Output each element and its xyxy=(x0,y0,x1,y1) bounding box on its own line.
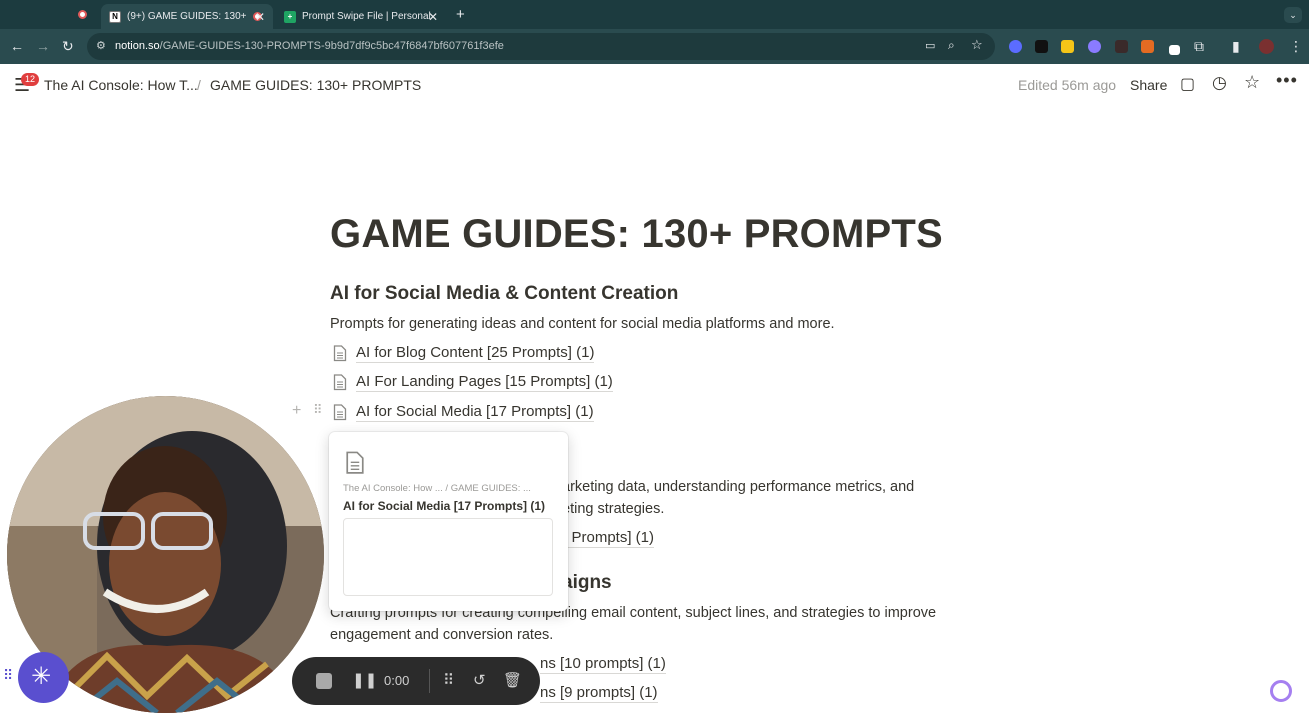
page-link[interactable]: ns [9 prompts] (1) xyxy=(540,682,658,704)
more-options-icon[interactable]: ••• xyxy=(1276,70,1298,91)
page-link-label: AI for Blog Content [25 Prompts] (1) xyxy=(356,343,595,363)
browser-toolbar: ← → ↻ ⚙ notion.so/GAME-GUIDES-130-PROMPT… xyxy=(0,29,1309,64)
favorite-star-icon[interactable]: ☆ xyxy=(1244,72,1260,93)
breadcrumb-parent[interactable]: The AI Console: How T... xyxy=(44,77,198,93)
extension-icon[interactable] xyxy=(1088,40,1101,53)
page-preview-card[interactable]: The AI Console: How ... / GAME GUIDES: .… xyxy=(329,432,568,611)
preview-title: AI for Social Media [17 Prompts] (1) xyxy=(343,499,546,513)
new-tab-icon[interactable]: + xyxy=(456,6,465,23)
preview-path: The AI Console: How ... / GAME GUIDES: .… xyxy=(343,483,531,494)
bookmark-star-icon[interactable]: ☆ xyxy=(971,37,983,53)
extension-icon[interactable] xyxy=(1061,40,1074,53)
extension-icon[interactable] xyxy=(1141,40,1154,53)
page-link-label: ns [9 prompts] (1) xyxy=(540,683,658,703)
help-assistant-icon[interactable] xyxy=(1270,680,1292,702)
recording-controls: ❚❚ 0:00 ⠿ ↺ 🗑 xyxy=(292,657,540,705)
drag-handle-icon[interactable]: ⠿ xyxy=(3,667,13,684)
section-description[interactable]: eting strategies. xyxy=(562,498,664,520)
recording-timer: 0:00 xyxy=(384,673,410,688)
breadcrumb-current[interactable]: GAME GUIDES: 130+ PROMPTS xyxy=(210,77,421,93)
extension-icon[interactable] xyxy=(1115,40,1128,53)
sheets-icon: + xyxy=(284,10,296,23)
profile-avatar[interactable] xyxy=(1259,39,1274,54)
reload-icon[interactable]: ↻ xyxy=(62,38,74,54)
section-description[interactable]: arketing data, understanding performance… xyxy=(562,476,914,498)
section-heading[interactable]: aigns xyxy=(562,572,612,594)
camera-icon[interactable]: ▭ xyxy=(925,39,935,52)
page-link[interactable]: l Prompts] (1) xyxy=(564,527,655,549)
page-icon xyxy=(346,451,364,474)
page-icon xyxy=(333,403,347,420)
restart-icon[interactable]: ↺ xyxy=(473,672,486,690)
add-block-icon[interactable]: + xyxy=(292,402,301,420)
preview-thumbnail xyxy=(343,518,553,596)
side-panel-icon[interactable]: ▮ xyxy=(1232,38,1240,54)
delete-trash-icon[interactable]: 🗑 xyxy=(503,672,522,690)
share-button[interactable]: Share xyxy=(1130,77,1167,93)
tab-search-icon[interactable]: ⌄ xyxy=(1284,7,1302,23)
section-description[interactable]: engagement and conversion rates. xyxy=(330,624,553,646)
recorder-launcher-button[interactable]: ✳ xyxy=(18,652,69,703)
page-link-label: AI for Social Media [17 Prompts] (1) xyxy=(356,402,594,422)
notion-icon: N xyxy=(109,10,121,23)
tab-game-guides[interactable]: N (9+) GAME GUIDES: 130+ ✕ xyxy=(101,4,273,29)
page-link[interactable]: AI For Landing Pages [15 Prompts] (1) xyxy=(333,371,613,393)
drag-handle-icon[interactable]: ⠿ xyxy=(313,402,322,418)
grid-icon[interactable]: ⠿ xyxy=(443,672,454,690)
url-text: notion.so/GAME-GUIDES-130-PROMPTS-9b9d7d… xyxy=(115,40,504,52)
stop-recording-button[interactable] xyxy=(316,673,332,689)
section-description[interactable]: Prompts for generating ideas and content… xyxy=(330,313,835,335)
back-icon[interactable]: ← xyxy=(10,38,24,54)
page-icon xyxy=(333,344,347,361)
recording-icon[interactable] xyxy=(78,10,87,19)
page-link[interactable]: AI for Blog Content [25 Prompts] (1) xyxy=(333,342,595,364)
pause-button[interactable]: ❚❚ xyxy=(352,672,377,690)
asterisk-logo-icon: ✳ xyxy=(31,663,52,690)
site-info-icon[interactable]: ⚙ xyxy=(96,39,106,52)
extension-icon[interactable] xyxy=(1169,45,1180,55)
extension-icon[interactable] xyxy=(1009,40,1022,53)
page-link-label: AI For Landing Pages [15 Prompts] (1) xyxy=(356,372,613,392)
page-link[interactable]: ns [10 prompts] (1) xyxy=(540,653,666,675)
breadcrumb-separator: / xyxy=(197,77,201,93)
extensions-puzzle-icon[interactable]: ⧉ xyxy=(1194,38,1204,54)
browser-menu-icon[interactable]: ⋮ xyxy=(1289,38,1303,54)
edited-timestamp: Edited 56m ago xyxy=(1018,77,1117,93)
zoom-icon[interactable]: ⌕ xyxy=(948,38,955,53)
tab-title: Prompt Swipe File | Personal xyxy=(302,11,431,22)
history-clock-icon[interactable]: ◷ xyxy=(1212,73,1227,93)
browser-tab-strip: N (9+) GAME GUIDES: 130+ ✕ + Prompt Swip… xyxy=(0,0,1309,29)
page-link-label: ns [10 prompts] (1) xyxy=(540,654,666,674)
forward-icon[interactable]: → xyxy=(36,38,50,54)
comments-icon[interactable]: ▢ xyxy=(1180,74,1195,94)
section-heading[interactable]: AI for Social Media & Content Creation xyxy=(330,283,678,305)
close-tab-icon[interactable]: ✕ xyxy=(255,10,265,24)
page-link-label: l Prompts] (1) xyxy=(564,528,655,548)
page-icon xyxy=(333,373,347,390)
address-bar[interactable]: ⚙ notion.so/GAME-GUIDES-130-PROMPTS-9b9d… xyxy=(87,33,995,60)
tab-title: (9+) GAME GUIDES: 130+ xyxy=(127,11,247,22)
page-link[interactable]: AI for Social Media [17 Prompts] (1) xyxy=(333,401,594,423)
page-title[interactable]: GAME GUIDES: 130+ PROMPTS xyxy=(330,212,943,257)
tab-prompt-swipe-file[interactable]: + Prompt Swipe File | Personal ✕ xyxy=(276,4,446,29)
extension-icon[interactable] xyxy=(1035,40,1048,53)
notion-topbar: ☰ 12 The AI Console: How T... / GAME GUI… xyxy=(0,64,1309,106)
close-tab-icon[interactable]: ✕ xyxy=(428,10,438,24)
notification-badge: 12 xyxy=(21,73,40,86)
divider xyxy=(429,669,430,693)
